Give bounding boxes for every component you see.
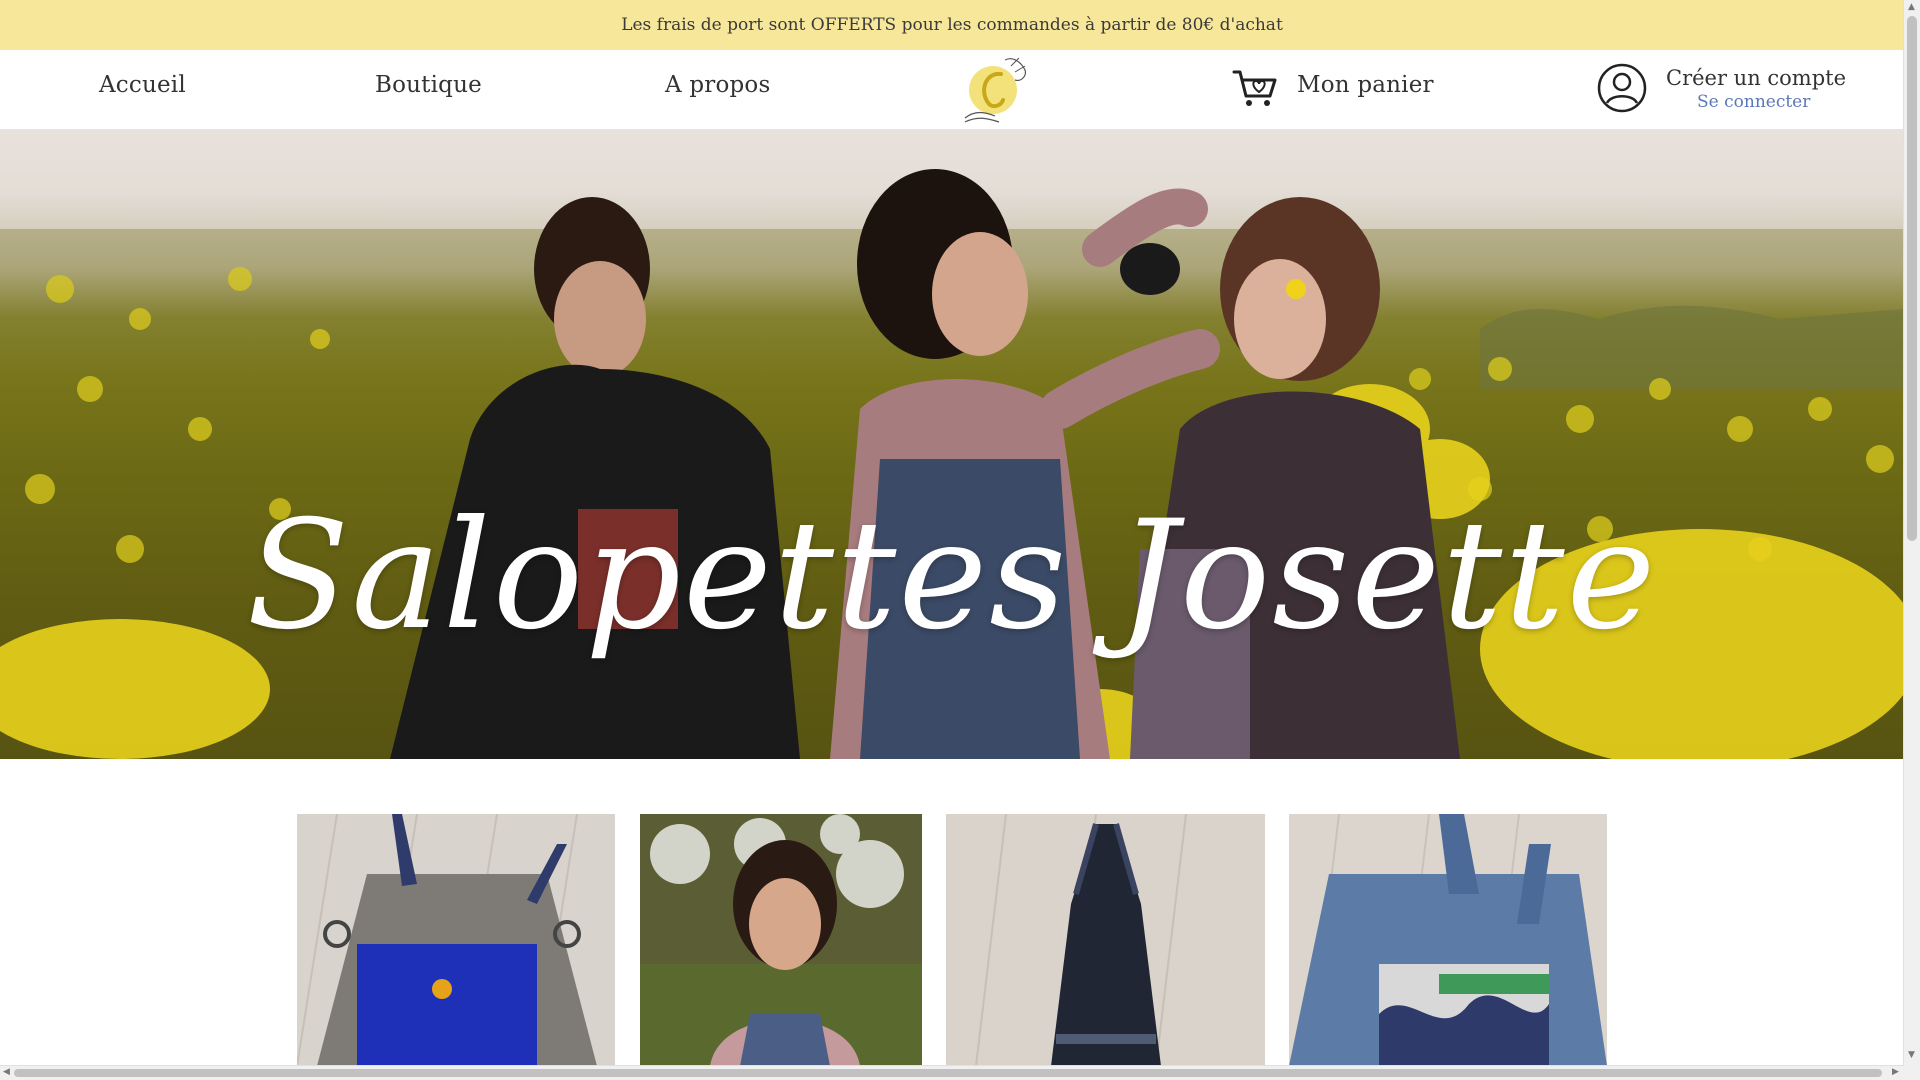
horizontal-scrollbar[interactable]: ◀ ▶ (0, 1065, 1904, 1080)
product-image (297, 814, 615, 1066)
product-image (640, 814, 922, 1066)
horizontal-scrollbar-thumb[interactable] (14, 1069, 1882, 1077)
product-card[interactable] (946, 814, 1265, 1066)
nav-shop[interactable]: Boutique (375, 72, 482, 98)
nav-about[interactable]: A propos (665, 72, 770, 98)
cart-icon[interactable] (1232, 68, 1278, 108)
product-gallery (0, 814, 1904, 1066)
announcement-bar: Les frais de port sont OFFERTS pour les … (0, 0, 1904, 50)
scroll-left-icon[interactable]: ◀ (3, 1067, 10, 1077)
logo-icon[interactable] (955, 52, 1035, 128)
scroll-right-icon[interactable]: ▶ (1892, 1067, 1899, 1077)
nav-home[interactable]: Accueil (99, 72, 186, 98)
product-image (1289, 814, 1607, 1066)
site-header: Accueil Boutique A propos Mon panier Cré… (0, 50, 1904, 129)
hero-title: Salopettes Josette (246, 489, 1658, 663)
user-circle-icon[interactable] (1597, 63, 1647, 113)
scroll-down-icon[interactable]: ▼ (1908, 1050, 1915, 1060)
product-card[interactable] (1289, 814, 1607, 1066)
create-account-link[interactable]: Créer un compte (1666, 66, 1846, 90)
hero-photo (0, 169, 1904, 759)
vertical-scrollbar[interactable]: ▲ ▼ (1903, 0, 1920, 1080)
scroll-up-icon[interactable]: ▲ (1908, 2, 1915, 12)
login-link[interactable]: Se connecter (1697, 92, 1810, 112)
vertical-scrollbar-thumb[interactable] (1907, 16, 1917, 541)
product-card[interactable] (640, 814, 922, 1066)
product-image (946, 814, 1265, 1066)
hero-banner: Salopettes Josette (0, 129, 1904, 759)
announcement-text: Les frais de port sont OFFERTS pour les … (621, 15, 1283, 35)
product-card[interactable] (297, 814, 615, 1066)
nav-cart[interactable]: Mon panier (1297, 72, 1434, 98)
